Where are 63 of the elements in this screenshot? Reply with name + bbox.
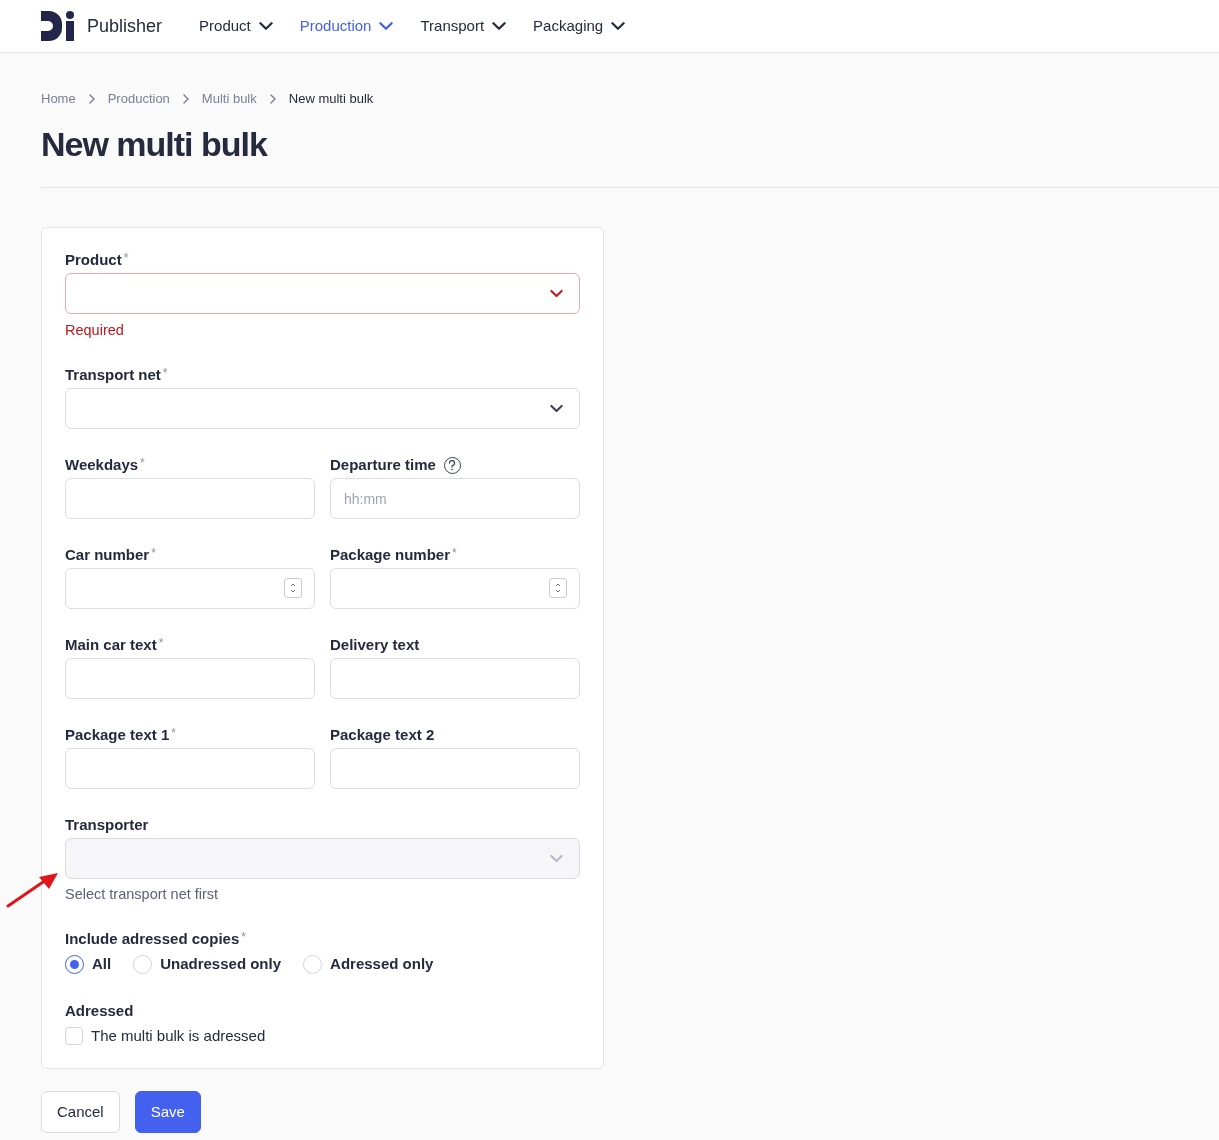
chevron-right-icon [268,94,277,104]
select-field[interactable] [65,388,580,429]
chevron-down-icon [492,19,507,33]
brand-name: Publisher [87,14,163,38]
required-asterisk: * [123,252,129,264]
breadcrumb-current: New multi bulk [288,90,374,108]
field-label: Product [65,251,122,269]
checkbox[interactable] [65,1027,83,1045]
nav-menu[interactable]: Packaging [533,14,626,38]
nav-menu[interactable]: Production [299,14,394,38]
stepper-icon[interactable] [284,578,302,598]
logo-icon [41,11,75,41]
breadcrumb-link[interactable]: Home [41,90,76,108]
field-label: Include adressed copies [65,930,240,948]
page-title: New multi bulk [41,124,269,165]
field-label: Car number [65,546,150,564]
chevron-right-icon [181,94,190,104]
field-label: Transport net [65,366,161,384]
required-asterisk: * [151,547,156,559]
radio-option[interactable]: Unadressed only [133,954,282,974]
radio-option[interactable]: All [65,954,112,974]
required-asterisk: * [241,931,246,943]
field-label: Delivery text [330,636,420,654]
chevron-right-icon [87,94,96,104]
stepper-icon[interactable] [549,578,567,598]
field-label: Package text 2 [330,726,435,744]
chevron-down-icon [379,19,394,33]
input-field[interactable] [330,658,580,699]
nav-menu[interactable]: Product [199,14,273,38]
helper-text: Select transport net first [65,885,219,903]
chevron-down-icon [550,854,563,863]
chevron-down-icon [550,289,563,298]
field-label: Package number [330,546,451,564]
field-label: Main car text [65,636,157,654]
field-label: Package text 1 [65,726,170,744]
required-asterisk: * [140,457,145,469]
field-label: Transporter [65,816,149,834]
required-asterisk: * [158,637,164,649]
select-field[interactable] [65,273,580,314]
breadcrumb-link[interactable]: Production [107,90,170,108]
field-label: Weekdays [65,456,139,474]
breadcrumb-link[interactable]: Multi bulk [201,90,257,108]
required-asterisk: * [171,727,176,739]
input-field[interactable]: hh:mm [330,478,580,519]
field-label: Departure time [330,456,436,474]
input-field[interactable] [65,658,315,699]
input-field[interactable] [65,478,315,519]
chevron-down-icon [550,404,563,413]
nav-menu[interactable]: Transport [420,14,507,38]
radio-option[interactable]: Adressed only [303,954,434,974]
error-message: Required [65,321,124,339]
number-field[interactable] [330,568,580,609]
chevron-down-icon [611,19,626,33]
required-asterisk: * [162,367,168,379]
required-asterisk: * [452,547,457,559]
chevron-down-icon [258,19,273,33]
field-label: Adressed [65,1002,134,1020]
input-field[interactable] [330,748,580,789]
checkbox-option[interactable]: The multi bulk is adressed [65,1026,266,1046]
input-field[interactable] [65,748,315,789]
cancel-button[interactable]: Cancel [41,1091,120,1133]
number-field[interactable] [65,568,315,609]
save-button[interactable]: Save [134,1091,201,1133]
